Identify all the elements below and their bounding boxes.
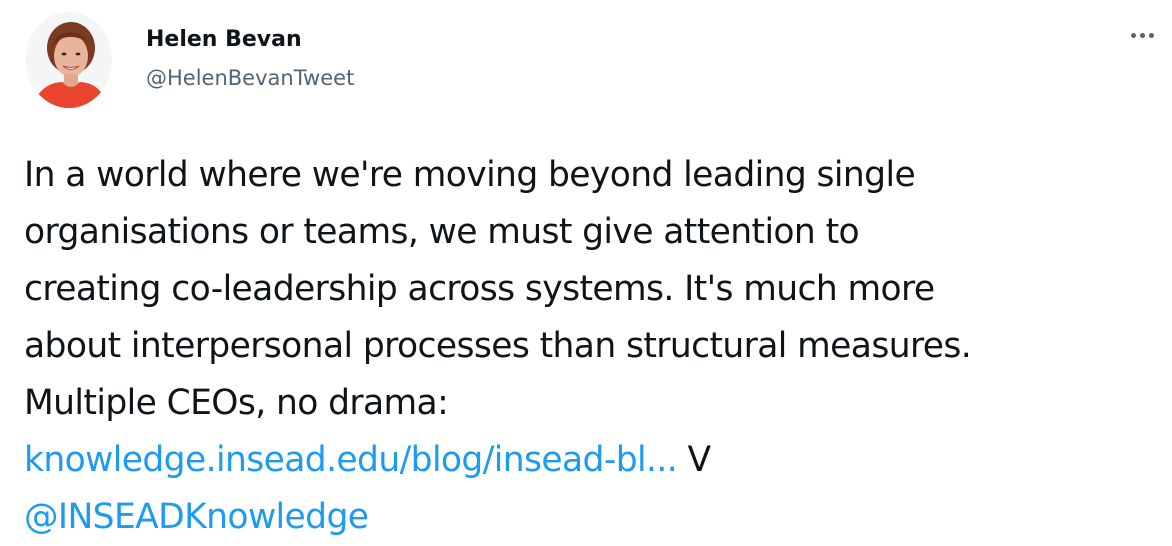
tweet-text: In a world where we're moving beyond lea… xyxy=(24,147,1164,546)
tweet-mention-line: @INSEADKnowledge xyxy=(24,489,1164,546)
tweet-text-line: about interpersonal processes than struc… xyxy=(24,326,972,366)
more-options-button[interactable] xyxy=(1120,20,1164,50)
tweet-text-line: organisations or teams, we must give att… xyxy=(24,212,860,252)
more-horizontal-icon-dot xyxy=(1139,32,1145,38)
user-info: Helen Bevan @HelenBevanTweet xyxy=(146,26,354,92)
tweet-card: Helen Bevan @HelenBevanTweet In a world … xyxy=(0,0,1172,540)
tweet-link[interactable]: knowledge.insead.edu/blog/insead-bl... xyxy=(24,440,678,480)
more-horizontal-icon-dot xyxy=(1148,32,1154,38)
avatar-photo xyxy=(26,12,112,108)
tweet-text-line: creating co-leadership across systems. I… xyxy=(24,269,935,309)
tweet-text-line: Multiple CEOs, no drama: xyxy=(24,383,449,423)
tweet-text-line: In a world where we're moving beyond lea… xyxy=(24,155,916,195)
avatar[interactable] xyxy=(26,12,112,108)
user-handle[interactable]: @HelenBevanTweet xyxy=(146,64,354,92)
tweet-text-fragment: V xyxy=(677,440,711,480)
mention-link[interactable]: @INSEADKnowledge xyxy=(24,497,369,537)
display-name[interactable]: Helen Bevan xyxy=(146,26,354,54)
tweet-link-line: knowledge.insead.edu/blog/insead-bl... V xyxy=(24,432,1164,489)
more-horizontal-icon xyxy=(1130,32,1136,38)
